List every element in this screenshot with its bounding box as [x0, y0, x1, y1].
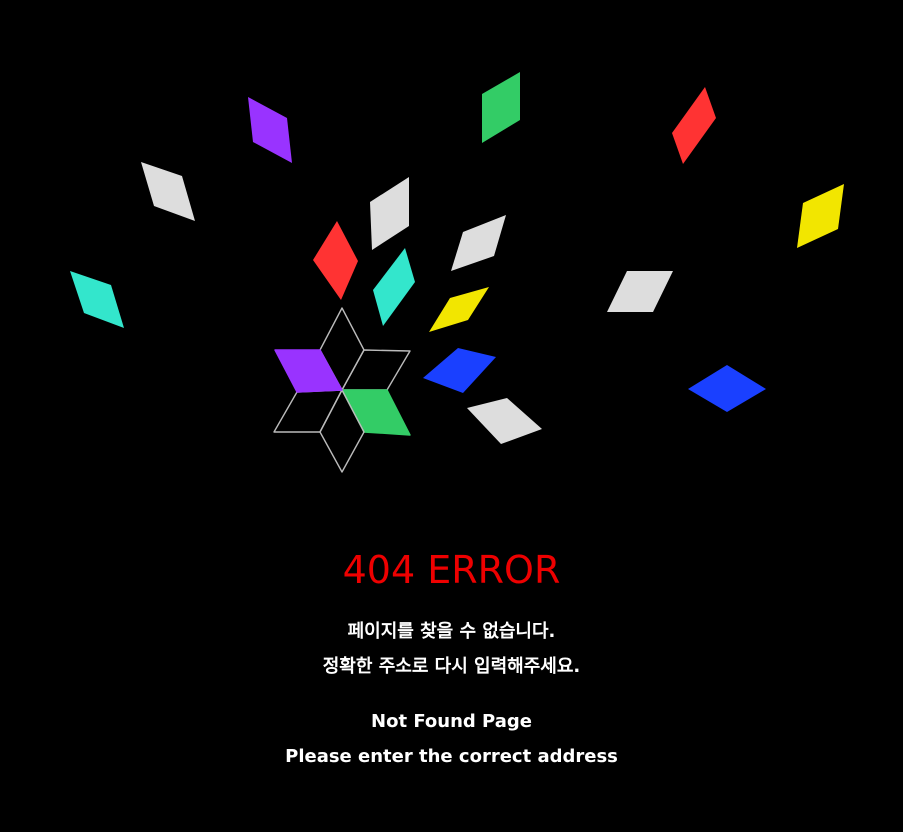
petal-lower-right	[341, 389, 411, 436]
diamond-white-center-top	[370, 177, 409, 250]
diamond-white-bottom	[467, 398, 542, 444]
scattered-diamonds	[70, 72, 844, 444]
petal-upper-left	[274, 349, 343, 393]
diamond-green	[482, 72, 520, 143]
diamond-teal-center	[373, 248, 415, 326]
diamond-purple	[248, 97, 292, 163]
broken-star-illustration	[70, 72, 844, 473]
korean-line-2: 정확한 주소로 다시 입력해주세요.	[322, 656, 581, 677]
petal-lower-left	[273, 389, 343, 433]
diamond-red-far-right	[672, 87, 716, 164]
diamond-blue-right	[688, 365, 766, 412]
diamond-red-center	[313, 221, 358, 300]
korean-message: 페이지를 찾을 수 없습니다. 정확한 주소로 다시 입력해주세요.	[0, 614, 903, 684]
english-line-1: Not Found Page	[371, 711, 532, 732]
error-title: 404 ERROR	[342, 548, 561, 592]
star-outline	[273, 307, 411, 473]
diamond-teal-left	[70, 271, 124, 328]
diamond-yellow-right	[797, 184, 844, 248]
error-message: 404 ERROR 페이지를 찾을 수 없습니다. 정확한 주소로 다시 입력해…	[0, 540, 903, 774]
petal-upper-right	[341, 349, 411, 391]
diamond-white-right	[607, 271, 673, 312]
diamond-white-left	[141, 162, 195, 221]
korean-line-1: 페이지를 찾을 수 없습니다.	[347, 621, 556, 642]
diamond-white-center	[451, 215, 506, 271]
diamond-yellow-center	[429, 287, 489, 332]
diamond-blue-center	[423, 348, 496, 393]
english-message: Not Found Page Please enter the correct …	[0, 704, 903, 774]
english-line-2: Please enter the correct address	[285, 746, 618, 767]
